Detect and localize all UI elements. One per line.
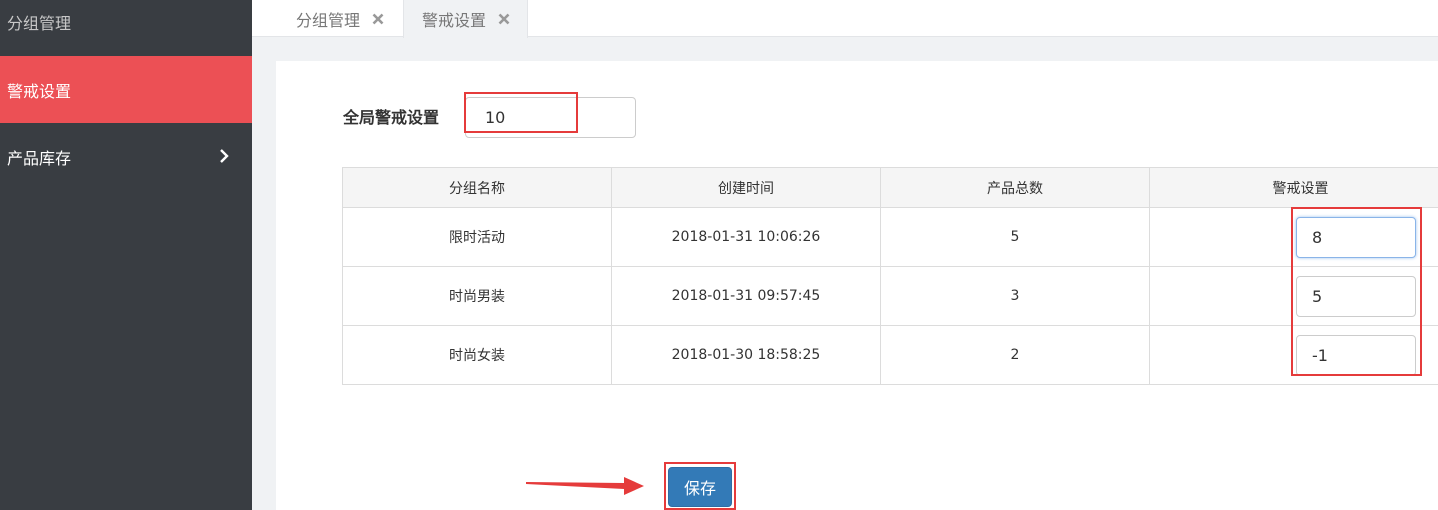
sidebar-item-warning-settings[interactable]: 警戒设置 — [0, 56, 252, 123]
table-row: 限时活动 2018-01-31 10:06:26 5 — [342, 207, 1438, 267]
arrow-right-icon — [526, 477, 644, 495]
sidebar-item-group-management[interactable]: 分组管理 — [0, 0, 252, 55]
created-time-cell: 2018-01-30 18:58:25 — [611, 325, 881, 385]
sidebar-item-label: 分组管理 — [7, 13, 72, 33]
column-header: 警戒设置 — [1149, 167, 1438, 208]
column-header: 分组名称 — [342, 167, 612, 208]
sidebar-item-product-stock[interactable]: 产品库存 — [0, 123, 252, 190]
save-button[interactable]: 保存 — [668, 467, 732, 507]
warning-input[interactable] — [1296, 334, 1416, 376]
table-row: 时尚女装 2018-01-30 18:58:25 2 — [342, 325, 1438, 385]
sidebar-item-label: 警戒设置 — [7, 81, 72, 101]
column-header: 创建时间 — [611, 167, 881, 208]
column-header: 产品总数 — [880, 167, 1150, 208]
sidebar: 分组管理 警戒设置 产品库存 — [0, 0, 252, 510]
created-time-cell: 2018-01-31 10:06:26 — [611, 207, 881, 267]
tab-label: 分组管理 — [296, 10, 361, 30]
warning-cell — [1149, 207, 1438, 267]
close-icon[interactable] — [372, 13, 384, 25]
table-header-row: 分组名称 创建时间 产品总数 警戒设置 — [342, 167, 1438, 208]
tab-warning-settings[interactable]: 警戒设置 — [403, 0, 528, 38]
created-time-cell: 2018-01-31 09:57:45 — [611, 266, 881, 326]
group-name-cell: 时尚女装 — [342, 325, 612, 385]
product-total-cell: 3 — [880, 266, 1150, 326]
warning-cell — [1149, 325, 1438, 385]
group-name-cell: 时尚男装 — [342, 266, 612, 326]
product-total-cell: 2 — [880, 325, 1150, 385]
group-table: 分组名称 创建时间 产品总数 警戒设置 限时活动 2018-01-31 10:0… — [342, 167, 1438, 385]
product-total-cell: 5 — [880, 207, 1150, 267]
sidebar-item-label: 产品库存 — [7, 148, 72, 168]
group-name-cell: 限时活动 — [342, 207, 612, 267]
table-row: 时尚男装 2018-01-31 09:57:45 3 — [342, 266, 1438, 326]
tab-group-management[interactable]: 分组管理 — [296, 0, 400, 37]
global-warning-input[interactable] — [465, 97, 636, 138]
warning-input[interactable] — [1296, 275, 1416, 317]
chevron-right-icon — [220, 149, 229, 163]
tab-label: 警戒设置 — [422, 11, 487, 30]
warning-input[interactable] — [1296, 216, 1416, 258]
tab-bar: 分组管理 警戒设置 — [252, 0, 1438, 38]
global-warning-label: 全局警戒设置 — [343, 108, 440, 127]
close-icon[interactable] — [498, 13, 510, 25]
warning-cell — [1149, 266, 1438, 326]
